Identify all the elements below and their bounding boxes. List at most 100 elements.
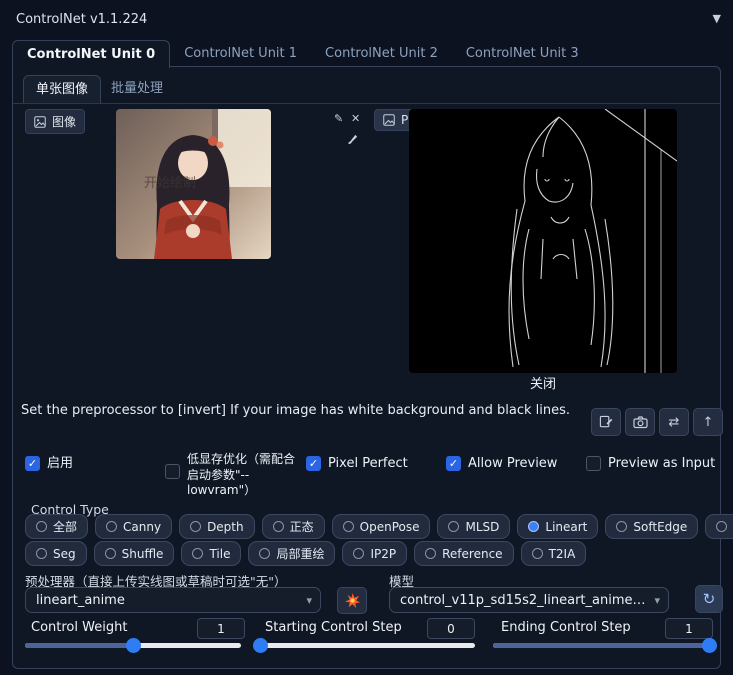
brush-icon-glyph xyxy=(347,134,358,145)
image-icon xyxy=(34,115,46,128)
control-type-option-lineart[interactable]: Lineart xyxy=(517,514,599,539)
explosion-icon xyxy=(344,593,360,608)
control-type-option-t2ia[interactable]: T2IA xyxy=(520,541,587,566)
tab-controlnet-unit-1[interactable]: ControlNet Unit 1 xyxy=(170,40,311,68)
radio-icon xyxy=(190,521,202,532)
control-type-option-normal[interactable]: 正态 xyxy=(261,514,325,539)
ending-step-slider[interactable] xyxy=(493,643,709,648)
model-value: control_v11p_sd15s2_lineart_anime [3825e… xyxy=(400,592,646,608)
control-type-option-ip2p[interactable]: IP2P xyxy=(342,541,408,566)
chevron-down-icon: ▾ xyxy=(306,593,312,607)
control-weight-slider-handle[interactable] xyxy=(126,638,141,653)
camera-icon xyxy=(632,416,648,429)
control-type-option-label: MLSD xyxy=(465,519,500,534)
enable-label: 启用 xyxy=(47,456,74,471)
control-type-option-label: Seg xyxy=(53,546,76,561)
control-type-option-tile[interactable]: Tile xyxy=(181,541,242,566)
control-type-option-label: IP2P xyxy=(370,546,397,561)
pixel-perfect-label: Pixel Perfect xyxy=(328,456,408,471)
control-type-option-shuffle[interactable]: Shuffle xyxy=(93,541,175,566)
preview-close-button[interactable]: 关闭 xyxy=(409,373,677,392)
edit-image-icon[interactable]: ✎ xyxy=(334,113,343,124)
checkbox-unchecked-icon: ✓ xyxy=(165,464,180,479)
starting-step-input[interactable] xyxy=(427,618,475,639)
control-weight-input[interactable] xyxy=(197,618,245,639)
pixel-perfect-checkbox[interactable]: ✓ Pixel Perfect xyxy=(306,456,408,472)
lowvram-checkbox[interactable]: ✓ 低显存优化（需配合启动参数"--lowvram"） xyxy=(165,452,297,499)
starting-step-label: Starting Control Step xyxy=(265,620,402,635)
mode-tab-strip: 单张图像 批量处理 xyxy=(13,75,720,104)
canvas-hint-text: 开始绘制 xyxy=(143,176,196,191)
tab-controlnet-unit-0[interactable]: ControlNet Unit 0 xyxy=(12,40,171,68)
radio-icon xyxy=(259,548,271,559)
ending-step-slider-handle[interactable] xyxy=(702,638,717,653)
new-canvas-icon xyxy=(599,415,613,428)
collapse-arrow-icon[interactable]: ▼ xyxy=(713,12,721,25)
preprocessor-value: lineart_anime xyxy=(36,592,125,608)
slider-fill xyxy=(493,643,709,648)
tab-controlnet-unit-3[interactable]: ControlNet Unit 3 xyxy=(452,40,593,68)
control-type-option-label: Lineart xyxy=(545,519,588,534)
control-type-option-all[interactable]: 全部 xyxy=(25,514,89,539)
brush-icon[interactable] xyxy=(347,133,359,145)
tab-single-image[interactable]: 单张图像 xyxy=(23,75,102,103)
preview-as-input-label: Preview as Input xyxy=(608,456,716,471)
control-type-option-depth[interactable]: Depth xyxy=(179,514,255,539)
model-dropdown[interactable]: control_v11p_sd15s2_lineart_anime [3825e… xyxy=(389,587,669,613)
radio-icon xyxy=(342,521,354,532)
radio-icon xyxy=(36,548,47,559)
control-type-option-canny[interactable]: Canny xyxy=(95,514,173,539)
checkbox-checked-icon: ✓ xyxy=(446,456,461,471)
radio-icon xyxy=(448,521,460,532)
invert-hint-text: Set the preprocessor to [invert] If your… xyxy=(21,403,571,418)
control-type-option-label: 正态 xyxy=(289,520,314,534)
starting-step-slider[interactable] xyxy=(259,643,475,648)
clear-image-icon[interactable]: ✕ xyxy=(351,113,360,124)
control-type-option-label: Depth xyxy=(207,519,244,534)
control-type-option-seg[interactable]: Seg xyxy=(25,541,87,566)
preprocessor-preview-image[interactable] xyxy=(409,109,677,373)
starting-step-slider-handle[interactable] xyxy=(253,638,268,653)
preview-as-input-checkbox[interactable]: ✓ Preview as Input xyxy=(586,456,715,472)
radio-icon xyxy=(531,548,543,559)
enable-checkbox[interactable]: ✓ 启用 xyxy=(25,456,73,472)
control-type-option-label: 全部 xyxy=(53,520,78,534)
refresh-models-button[interactable]: ↻ xyxy=(695,585,723,613)
control-type-option-scribble[interactable]: Scribble xyxy=(705,514,733,539)
image-label-chip: 图像 xyxy=(25,109,86,134)
radio-icon xyxy=(104,548,116,559)
checkbox-checked-icon: ✓ xyxy=(306,456,321,471)
radio-icon xyxy=(272,521,284,532)
preprocessor-dropdown[interactable]: lineart_anime ▾ xyxy=(25,587,321,613)
source-image[interactable]: 开始绘制 xyxy=(116,109,271,259)
radio-icon xyxy=(36,521,47,532)
control-type-option-openpose[interactable]: OpenPose xyxy=(331,514,431,539)
control-type-option-label: Canny xyxy=(123,519,162,534)
control-type-option-label: OpenPose xyxy=(359,519,420,534)
ending-step-input[interactable] xyxy=(665,618,713,639)
mirror-swap-button[interactable]: ⇄ xyxy=(659,408,689,436)
new-canvas-button[interactable] xyxy=(591,408,621,436)
control-type-option-reference[interactable]: Reference xyxy=(414,541,514,566)
control-type-option-label: T2IA xyxy=(548,546,576,561)
control-type-option-label: SoftEdge xyxy=(633,519,688,534)
tab-batch[interactable]: 批量处理 xyxy=(99,75,175,102)
run-preprocessor-button[interactable] xyxy=(337,587,367,614)
camera-button[interactable] xyxy=(625,408,655,436)
tab-controlnet-unit-2[interactable]: ControlNet Unit 2 xyxy=(311,40,452,68)
control-type-row-2: Seg Shuffle Tile 局部重绘 IP2P Reference T2I… xyxy=(25,541,593,566)
control-type-option-mlsd[interactable]: MLSD xyxy=(437,514,511,539)
chevron-down-icon: ▾ xyxy=(654,593,660,607)
up-arrow-icon: ↑ xyxy=(702,414,714,430)
unit-panel: 单张图像 批量处理 图像 开始绘制 ✎ ✕ 关闭 Set the preproc… xyxy=(12,66,733,669)
allow-preview-checkbox[interactable]: ✓ Allow Preview xyxy=(446,456,557,472)
control-type-option-label: Shuffle xyxy=(121,546,164,561)
control-type-option-softedge[interactable]: SoftEdge xyxy=(605,514,699,539)
lineart-preview-content xyxy=(409,109,677,373)
radio-icon xyxy=(353,548,365,559)
swap-arrows-icon: ⇄ xyxy=(668,414,680,430)
control-weight-label: Control Weight xyxy=(31,620,128,635)
radio-selected-icon xyxy=(528,521,540,532)
control-type-option-inpaint[interactable]: 局部重绘 xyxy=(248,541,336,566)
send-dimensions-button[interactable]: ↑ xyxy=(693,408,723,436)
